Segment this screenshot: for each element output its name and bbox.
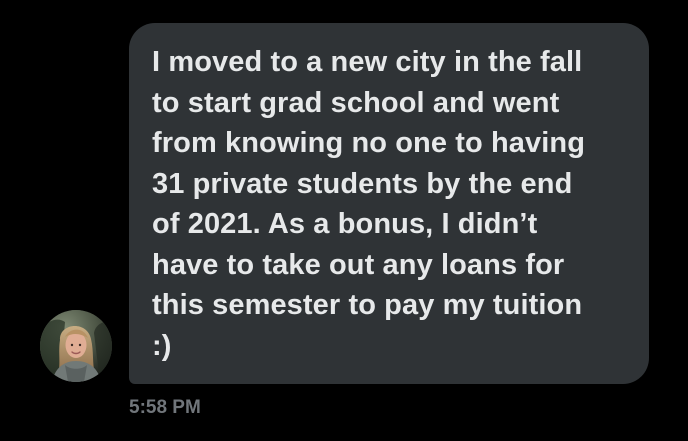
avatar-photo-icon	[40, 310, 112, 382]
message-timestamp: 5:58 PM	[129, 397, 201, 418]
message-text: I moved to a new city in the fall to sta…	[152, 46, 586, 362]
message-bubble[interactable]: I moved to a new city in the fall to sta…	[129, 23, 649, 384]
sender-avatar[interactable]	[40, 310, 112, 382]
dm-conversation: I moved to a new city in the fall to sta…	[0, 0, 688, 441]
